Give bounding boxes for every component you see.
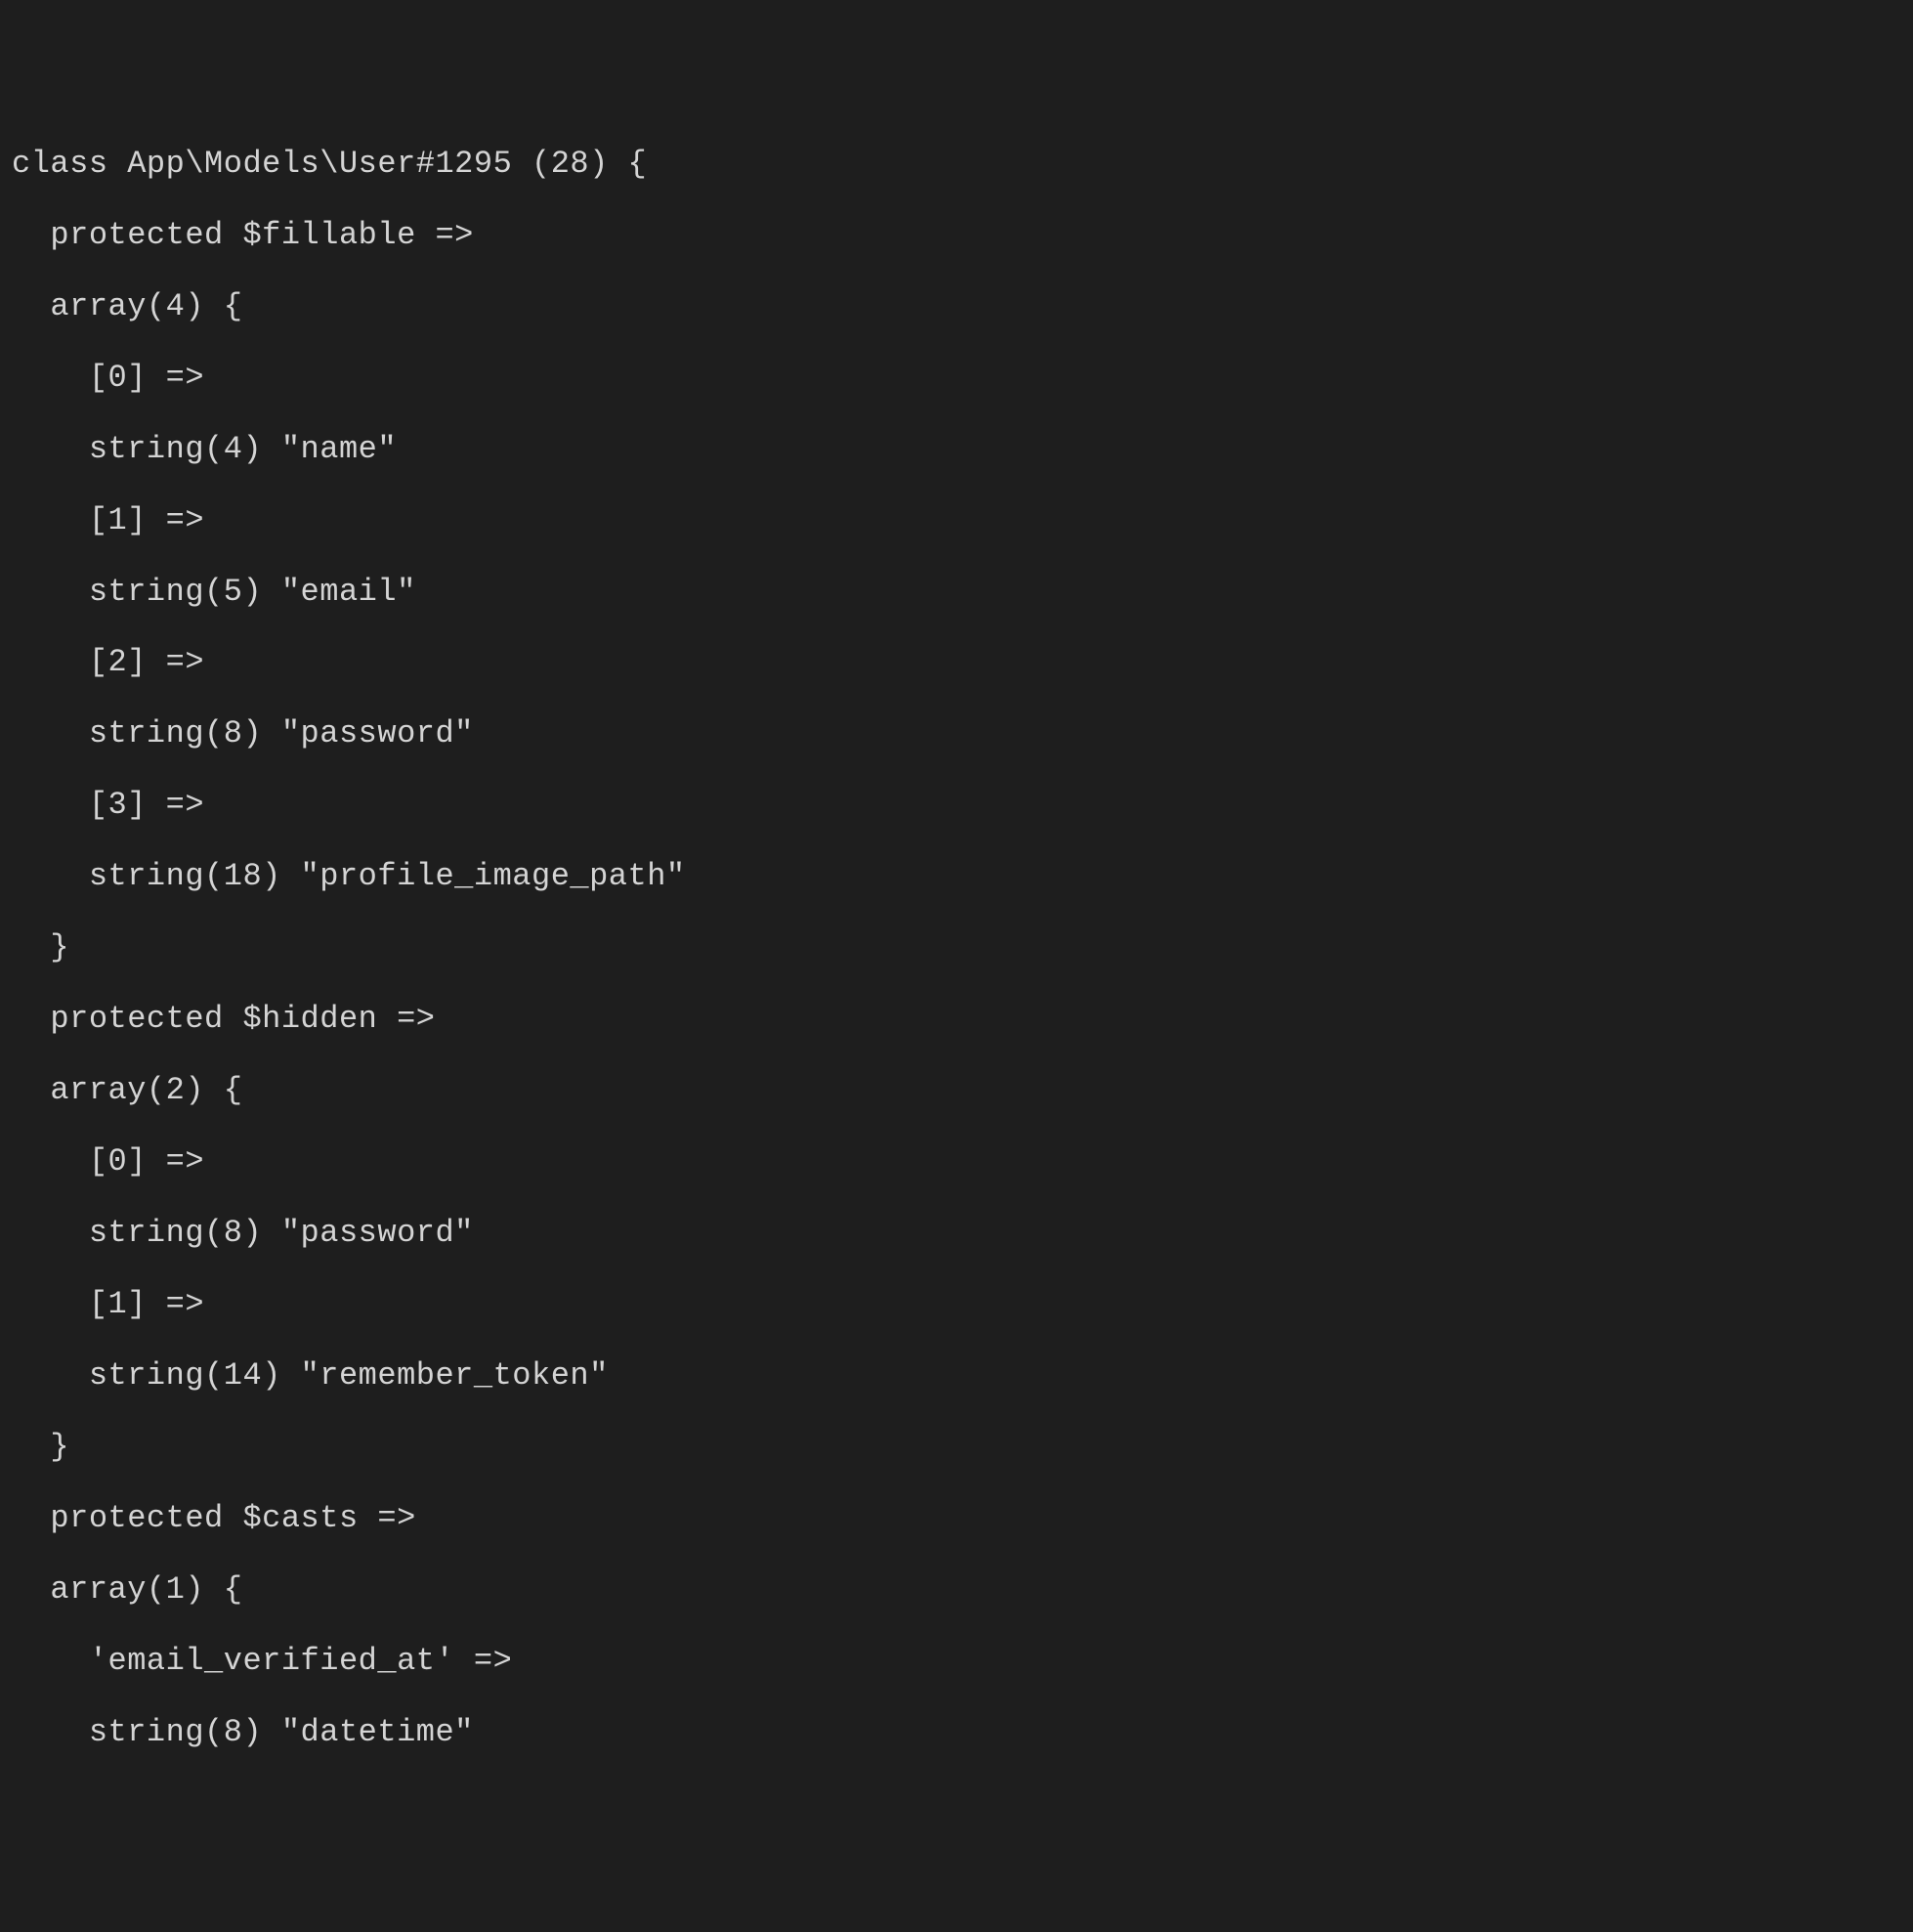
fillable-item-index-line: [0] => (12, 361, 1901, 396)
fillable-item-value-line: string(18) "profile_image_path" (12, 859, 1901, 894)
hidden-array-open-line: array(2) { (12, 1073, 1901, 1108)
hidden-label-line: protected $hidden => (12, 1002, 1901, 1037)
fillable-label-line: protected $fillable => (12, 218, 1901, 253)
hidden-item-index-line: [1] => (12, 1287, 1901, 1322)
fillable-item-index-line: [2] => (12, 645, 1901, 680)
fillable-item-value-line: string(5) "email" (12, 575, 1901, 610)
fillable-array-open-line: array(4) { (12, 289, 1901, 324)
casts-array-open-line: array(1) { (12, 1572, 1901, 1608)
fillable-item-value-line: string(8) "password" (12, 716, 1901, 751)
fillable-item-value-line: string(4) "name" (12, 432, 1901, 467)
hidden-item-value-line: string(8) "password" (12, 1216, 1901, 1251)
fillable-array-close-line: } (12, 930, 1901, 966)
casts-label-line: protected $casts => (12, 1501, 1901, 1536)
hidden-item-index-line: [0] => (12, 1144, 1901, 1180)
fillable-item-index-line: [3] => (12, 788, 1901, 823)
class-header-line: class App\Models\User#1295 (28) { (12, 147, 1901, 182)
fillable-item-index-line: [1] => (12, 503, 1901, 538)
hidden-item-value-line: string(14) "remember_token" (12, 1358, 1901, 1394)
hidden-array-close-line: } (12, 1430, 1901, 1465)
casts-item-index-line: 'email_verified_at' => (12, 1644, 1901, 1679)
casts-item-value-line: string(8) "datetime" (12, 1715, 1901, 1750)
